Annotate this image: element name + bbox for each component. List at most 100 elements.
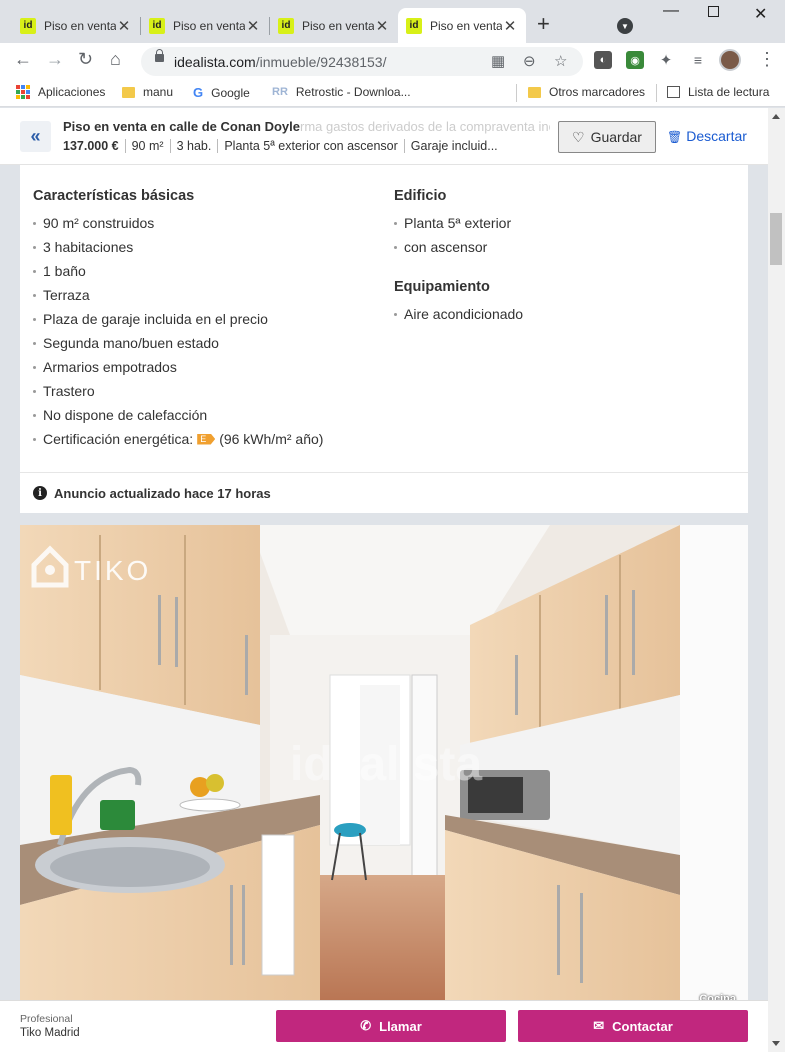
contact-button[interactable]: ✉ Contactar <box>518 1010 748 1042</box>
media-control-icon[interactable]: ≡ <box>689 51 707 69</box>
background-text-overlap: rma gastos derivados de la compraventa i… <box>300 119 550 134</box>
bookmarks-divider <box>656 84 657 102</box>
browser-tab-3[interactable]: id Piso en venta ✕ <box>270 8 398 43</box>
scroll-down-arrow-icon[interactable] <box>772 1041 780 1046</box>
kitchen-photo-illustration: TIKO idealista <box>20 525 748 1005</box>
tab-strip: id Piso en venta ✕ id Piso en venta ✕ id… <box>0 0 785 43</box>
building-item: con ascensor <box>394 239 487 255</box>
bookmark-google[interactable]: G Google <box>193 85 250 100</box>
forward-arrow-icon[interactable]: → <box>46 49 64 70</box>
bookmark-manu[interactable]: manu <box>122 85 173 99</box>
building-item: Planta 5ª exterior <box>394 215 511 231</box>
equipment-item: Aire acondicionado <box>394 306 523 322</box>
call-button[interactable]: ✆ Llamar <box>276 1010 506 1042</box>
listing-photo[interactable]: TIKO idealista Cocina <box>20 525 748 1005</box>
home-icon[interactable]: ⌂ <box>110 49 121 70</box>
feature-item: Plaza de garaje incluida en el precio <box>33 311 268 327</box>
url-text[interactable]: idealista.com/inmueble/92438153/ <box>174 54 386 70</box>
listing-key-facts: 137.000 € 90 m² 3 hab. Planta 5ª exterio… <box>63 139 504 153</box>
profile-avatar[interactable] <box>719 49 741 71</box>
apps-grid-icon <box>16 85 30 99</box>
scrollbar-thumb[interactable] <box>770 213 782 265</box>
close-tab-icon[interactable]: ✕ <box>116 17 132 35</box>
reading-list-icon <box>667 86 680 98</box>
discard-label: Descartar <box>686 128 747 144</box>
feature-item: Segunda mano/buen estado <box>33 335 219 351</box>
back-button[interactable]: « <box>20 121 51 152</box>
reload-icon[interactable]: ↻ <box>78 49 93 70</box>
equipment-title: Equipamiento <box>394 279 490 295</box>
feature-item: Trastero <box>33 383 95 399</box>
tab-title: Piso en venta <box>44 18 116 33</box>
close-tab-icon[interactable]: ✕ <box>502 17 518 35</box>
bookmark-label: manu <box>143 85 174 99</box>
bookmark-star-icon[interactable]: ☆ <box>554 52 567 70</box>
page-scrollbar[interactable] <box>768 108 785 1052</box>
back-arrow-icon[interactable]: ← <box>14 49 32 70</box>
listing-title: Piso en venta en calle de Conan Doyle <box>63 119 300 134</box>
page-viewport: Características básicas 90 m² construido… <box>0 108 768 1052</box>
tab-title: Piso en venta <box>173 18 245 33</box>
phone-icon: ✆ <box>360 1018 372 1033</box>
folder-icon <box>528 86 541 98</box>
floor: Planta 5ª exterior con ascensor <box>217 139 403 153</box>
minimize-icon[interactable]: — <box>663 2 679 20</box>
extensions-puzzle-icon[interactable]: ✦ <box>657 51 675 69</box>
save-button[interactable]: ♡ Guardar <box>558 121 656 153</box>
advertiser-name: Tiko Madrid <box>20 1027 80 1039</box>
qr-code-icon[interactable]: ▦ <box>491 52 505 70</box>
info-icon: i <box>33 486 47 500</box>
browser-tab-1[interactable]: id Piso en venta ✕ <box>12 8 140 43</box>
bookmark-label: Aplicaciones <box>38 85 106 99</box>
bookmarks-bar: Aplicaciones manu G Google RR Retrostic … <box>0 79 785 107</box>
extension-icon[interactable]: ◐ <box>594 51 612 69</box>
energy-rating-badge: E <box>197 433 216 445</box>
contact-bar: Profesional Tiko Madrid ✆ Llamar ✉ Conta… <box>0 1000 768 1052</box>
browser-tab-2[interactable]: id Piso en venta ✕ <box>141 8 269 43</box>
url-path: /inmueble/92438153/ <box>255 54 387 70</box>
feature-item: 90 m² construidos <box>33 215 154 231</box>
call-label: Llamar <box>379 1018 422 1034</box>
bookmark-label: Otros marcadores <box>549 85 646 99</box>
feature-item: Armarios empotrados <box>33 359 177 375</box>
close-tab-icon[interactable]: ✕ <box>245 17 261 35</box>
idealista-favicon-icon: id <box>406 17 422 34</box>
feature-item: 3 habitaciones <box>33 239 133 255</box>
bookmark-label: Google <box>211 85 250 100</box>
trash-icon: 🗑 <box>667 130 683 144</box>
browser-menu-icon[interactable]: ⋮ <box>758 49 776 70</box>
tab-search-icon[interactable]: ▼ <box>617 18 633 34</box>
idealista-favicon-icon: id <box>149 17 165 34</box>
tiko-logo-text: TIKO <box>74 555 151 586</box>
price: 137.000 € <box>63 139 119 153</box>
energy-certificate: Certificación energética: E (96 kWh/m² a… <box>33 431 323 447</box>
new-tab-icon[interactable]: + <box>537 13 550 35</box>
sticky-listing-header: « rma gastos derivados de la compraventa… <box>0 108 768 165</box>
scroll-up-arrow-icon[interactable] <box>772 114 780 119</box>
close-tab-icon[interactable]: ✕ <box>374 17 390 35</box>
bookmark-other[interactable]: Otros marcadores <box>528 85 645 99</box>
zoom-out-icon[interactable]: ⊖ <box>523 52 536 70</box>
retrostic-icon: RR <box>272 86 288 98</box>
close-window-icon[interactable]: ✕ <box>754 4 767 24</box>
extension-icon[interactable]: ◉ <box>626 51 644 69</box>
folder-icon <box>122 86 135 98</box>
lock-icon <box>155 49 164 62</box>
browser-tab-active[interactable]: id Piso en venta ✕ <box>398 8 526 43</box>
bookmark-retrostic[interactable]: RR Retrostic - Downloa... <box>272 85 411 99</box>
bookmark-label: Lista de lectura <box>688 85 770 99</box>
idealista-watermark: idealista <box>290 738 482 791</box>
bookmark-apps[interactable]: Aplicaciones <box>16 85 105 99</box>
bookmark-reading-list[interactable]: Lista de lectura <box>667 85 769 99</box>
garage: Garaje incluid... <box>403 139 504 153</box>
url-host: idealista.com <box>174 54 256 70</box>
features-card: Características básicas 90 m² construido… <box>20 108 748 512</box>
tab-title: Piso en venta <box>302 18 374 33</box>
maximize-icon[interactable] <box>708 6 719 17</box>
address-bar[interactable]: idealista.com/inmueble/92438153/ ▦ ⊖ ☆ <box>141 47 583 76</box>
discard-button[interactable]: 🗑 Descartar <box>667 128 747 144</box>
google-icon: G <box>193 85 204 100</box>
energy-label: Certificación energética: <box>43 431 194 447</box>
feature-item: 1 baño <box>33 263 86 279</box>
feature-item: No dispone de calefacción <box>33 407 207 423</box>
